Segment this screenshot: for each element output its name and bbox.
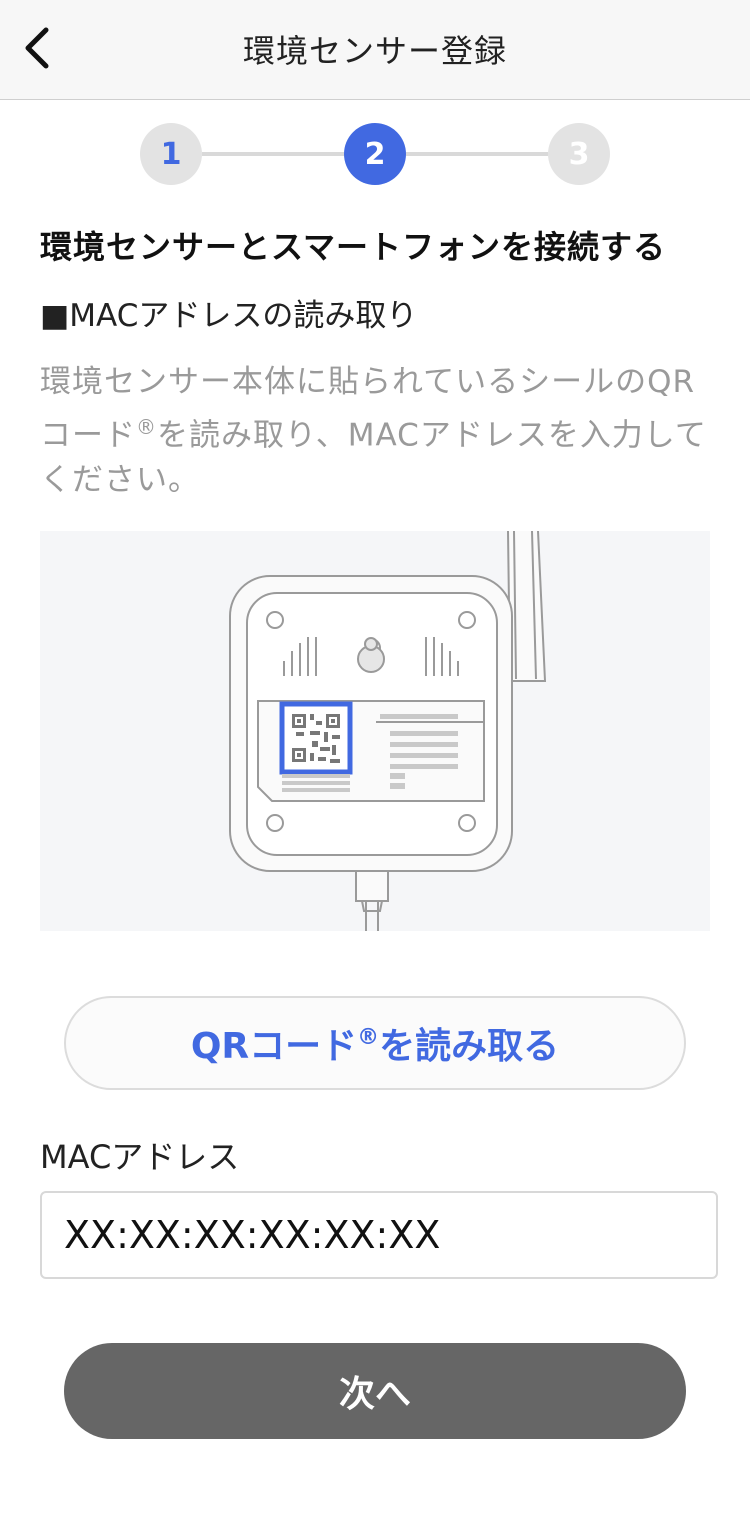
sensor-device-illustration	[40, 531, 710, 931]
step-connector	[202, 152, 344, 156]
sensor-device-qr-illustration	[229, 531, 547, 931]
scan-qr-button[interactable]: QRコード ® を読み取る	[64, 996, 686, 1090]
mac-address-label: MACアドレス	[40, 1138, 240, 1176]
section-title: 環境センサーとスマートフォンを接続する	[40, 228, 667, 266]
instruction-text: 環境センサー本体に貼られているシールのQRコード®を読み取り、MACアドレスを入…	[40, 360, 720, 503]
registered-mark: ®	[357, 1024, 380, 1050]
progress-stepper: 1 2 3	[140, 123, 610, 185]
step-1: 1	[140, 123, 202, 185]
mac-address-input[interactable]	[40, 1191, 718, 1279]
page-title: 環境センサー登録	[242, 32, 507, 70]
header-bar: 環境センサー登録	[0, 0, 750, 100]
step-2: 2	[344, 123, 406, 185]
scan-qr-label-part1: QRコード	[190, 1026, 358, 1067]
scan-qr-label-part2: を読み取る	[379, 1026, 560, 1067]
step-connector	[406, 152, 548, 156]
next-button[interactable]: 次へ	[64, 1343, 686, 1439]
step-3: 3	[548, 123, 610, 185]
sub-title: ■MACアドレスの読み取り	[40, 298, 418, 334]
registered-mark: ®	[136, 415, 157, 439]
